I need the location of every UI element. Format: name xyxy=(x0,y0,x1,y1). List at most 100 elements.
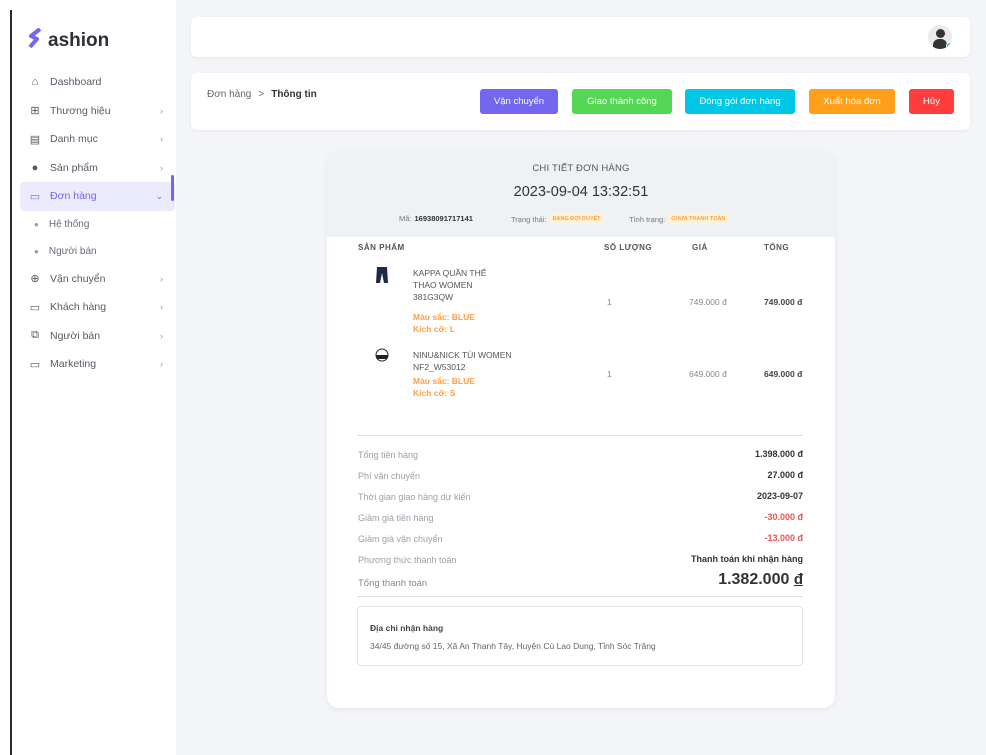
product-name[interactable]: KAPPA QUẦN THỂ THAO WOMEN 381G3QW xyxy=(413,267,505,303)
sidebar-item-categories[interactable]: ▤ Danh mục › xyxy=(20,125,175,154)
subtotal-value: 1.398.000 đ xyxy=(754,449,803,459)
shipping-discount-label: Giảm giá vận chuyển xyxy=(358,534,443,544)
table-icon: ⊞ xyxy=(30,105,40,118)
shipping-address-box: Địa chỉ nhận hàng 34/45 đường số 15, Xã … xyxy=(357,606,803,666)
sidebar-item-brands[interactable]: ⊞ Thương hiệu › xyxy=(20,97,175,126)
grand-total-label: Tổng thanh toán xyxy=(358,578,428,589)
shipping-icon: ⊕ xyxy=(30,273,40,286)
main-content: Đơn hàng > Thông tin Vận chuyển Giao thà… xyxy=(176,0,986,755)
home-icon: ⌂ xyxy=(31,76,39,89)
eta-value: 2023-09-07 xyxy=(756,491,803,501)
invoice-button[interactable]: Xuất hóa đơn xyxy=(809,89,895,114)
product-size: Kích cỡ: L xyxy=(413,324,455,334)
product-color: Màu sắc: BLUE xyxy=(413,312,475,322)
sidebar-item-label: Thương hiệu xyxy=(50,104,111,117)
chevron-right-icon: › xyxy=(160,162,163,173)
order-code: Mã: 16938091717141 xyxy=(399,214,473,223)
order-title: CHI TIẾT ĐƠN HÀNG xyxy=(532,163,630,174)
divider xyxy=(357,596,803,597)
product-color: Màu sắc: BLUE xyxy=(413,376,475,386)
discount-value: -30.000 đ xyxy=(764,512,803,522)
payment-method-label: Phương thức thanh toán xyxy=(358,555,457,565)
sidebar-item-customers[interactable]: ▭ Khách hàng › xyxy=(20,293,175,322)
product-size: Kích cỡ: S xyxy=(413,388,456,398)
product-qty: 1 xyxy=(607,297,612,307)
chevron-right-icon: › xyxy=(160,302,163,313)
payment-badge: CHƯA THANH TOÁN xyxy=(668,214,729,224)
user-icon xyxy=(936,29,945,38)
divider xyxy=(357,435,803,436)
order-datetime: 2023-09-04 13:32:51 xyxy=(513,184,649,200)
sidebar-subitem-system[interactable]: ● Hệ thống xyxy=(20,211,175,238)
shipping-discount-value: -13.000 đ xyxy=(764,533,803,543)
sidebar-item-label: Khách hàng xyxy=(50,301,107,314)
action-bar: Đơn hàng > Thông tin Vận chuyển Giao thà… xyxy=(191,73,970,130)
chevron-right-icon: › xyxy=(160,330,163,341)
subtotal-label: Tổng tiền hàng xyxy=(358,450,419,460)
archive-icon: ▭ xyxy=(29,190,41,203)
grand-total-value: 1.382.000 đ xyxy=(718,571,803,588)
chevron-right-icon: › xyxy=(160,105,163,116)
shipping-fee-value: 27.000 đ xyxy=(767,470,803,480)
product-price: 649.000 đ xyxy=(689,369,727,379)
discount-label: Giảm giá tiền hàng xyxy=(358,513,434,523)
shipping-fee-label: Phí vận chuyển xyxy=(358,471,421,481)
product-total: 649.000 đ xyxy=(764,369,803,379)
status-badge: ĐANG ĐỢI DUYỆT xyxy=(549,214,604,224)
product-name[interactable]: NINU&NICK TÚI WOMEN NF2_W53012 xyxy=(413,349,523,373)
eta-label: Thời gian giao hàng dự kiến xyxy=(358,492,471,502)
product-icon: ● xyxy=(31,161,39,174)
bullet-icon: ● xyxy=(34,246,39,256)
brand-name: ashion xyxy=(48,30,110,51)
col-header-total: TỔNG xyxy=(764,243,790,252)
order-header: CHI TIẾT ĐƠN HÀNG 2023-09-04 13:32:51 Mã… xyxy=(327,150,835,237)
address-text: 34/45 đường số 15, Xã An Thạnh Tây, Huyệ… xyxy=(370,641,656,651)
sidebar-item-sellers[interactable]: ⧉ Người bán › xyxy=(20,322,175,351)
product-total: 749.000 đ xyxy=(764,297,803,307)
marketing-icon: ▭ xyxy=(29,358,41,371)
sidebar-item-orders[interactable]: ▭ Đơn hàng ⌄ xyxy=(20,182,175,211)
topbar xyxy=(191,17,970,57)
product-qty: 1 xyxy=(607,369,612,379)
breadcrumb-current: Thông tin xyxy=(271,89,317,100)
col-header-price: GIÁ xyxy=(692,243,708,252)
logo-icon xyxy=(28,27,42,54)
bullet-icon: ● xyxy=(34,219,39,229)
sidebar-nav: ⌂ Dashboard ⊞ Thương hiệu › ▤ Danh mục ›… xyxy=(20,68,175,379)
col-header-qty: SỐ LƯỢNG xyxy=(604,243,653,252)
chevron-right-icon: › xyxy=(160,273,163,284)
breadcrumb-parent[interactable]: Đơn hàng xyxy=(207,89,251,100)
col-header-product: SẢN PHẨM xyxy=(358,243,405,252)
order-status: Trạng thái: ĐANG ĐỢI DUYỆT xyxy=(511,214,604,224)
list-icon: ▤ xyxy=(29,133,41,146)
sidebar-item-products[interactable]: ● Sản phẩm › xyxy=(20,154,175,183)
pack-order-button[interactable]: Đóng gói đơn hàng xyxy=(685,89,795,114)
sidebar-item-label: Sản phẩm xyxy=(50,161,98,174)
chevron-right-icon: › xyxy=(160,359,163,370)
breadcrumb: Đơn hàng > Thông tin xyxy=(207,89,317,100)
online-status-icon xyxy=(946,42,952,49)
chevron-right-icon: › xyxy=(160,134,163,145)
sidebar: ashion ⌂ Dashboard ⊞ Thương hiệu › ▤ Dan… xyxy=(12,12,175,755)
sidebar-item-marketing[interactable]: ▭ Marketing › xyxy=(20,350,175,379)
sidebar-item-dashboard[interactable]: ⌂ Dashboard xyxy=(20,68,175,97)
logo[interactable]: ashion xyxy=(28,27,110,54)
sidebar-item-label: Người bán xyxy=(50,329,101,342)
breadcrumb-separator: > xyxy=(258,89,265,100)
sidebar-item-shipping[interactable]: ⊕ Vận chuyển › xyxy=(20,265,175,294)
sidebar-subitem-label: Hệ thống xyxy=(48,218,90,230)
address-title: Địa chỉ nhận hàng xyxy=(370,623,444,633)
payment-method-value: Thanh toán khi nhận hàng xyxy=(691,554,803,564)
sidebar-subitem-seller[interactable]: ● Người bán xyxy=(20,238,175,265)
sidebar-item-label: Đơn hàng xyxy=(50,190,97,203)
delivered-button[interactable]: Giao thành công xyxy=(572,89,672,114)
avatar[interactable] xyxy=(928,25,952,49)
seller-icon: ⧉ xyxy=(31,329,39,342)
payment-status: Tình trạng: CHƯA THANH TOÁN xyxy=(629,214,729,224)
product-price: 749.000 đ xyxy=(689,297,727,307)
cancel-button[interactable]: Hủy xyxy=(909,89,954,114)
active-indicator xyxy=(171,175,174,201)
customer-icon: ▭ xyxy=(29,301,41,314)
ship-button[interactable]: Vận chuyển xyxy=(480,89,558,114)
chevron-down-icon: ⌄ xyxy=(155,190,163,201)
